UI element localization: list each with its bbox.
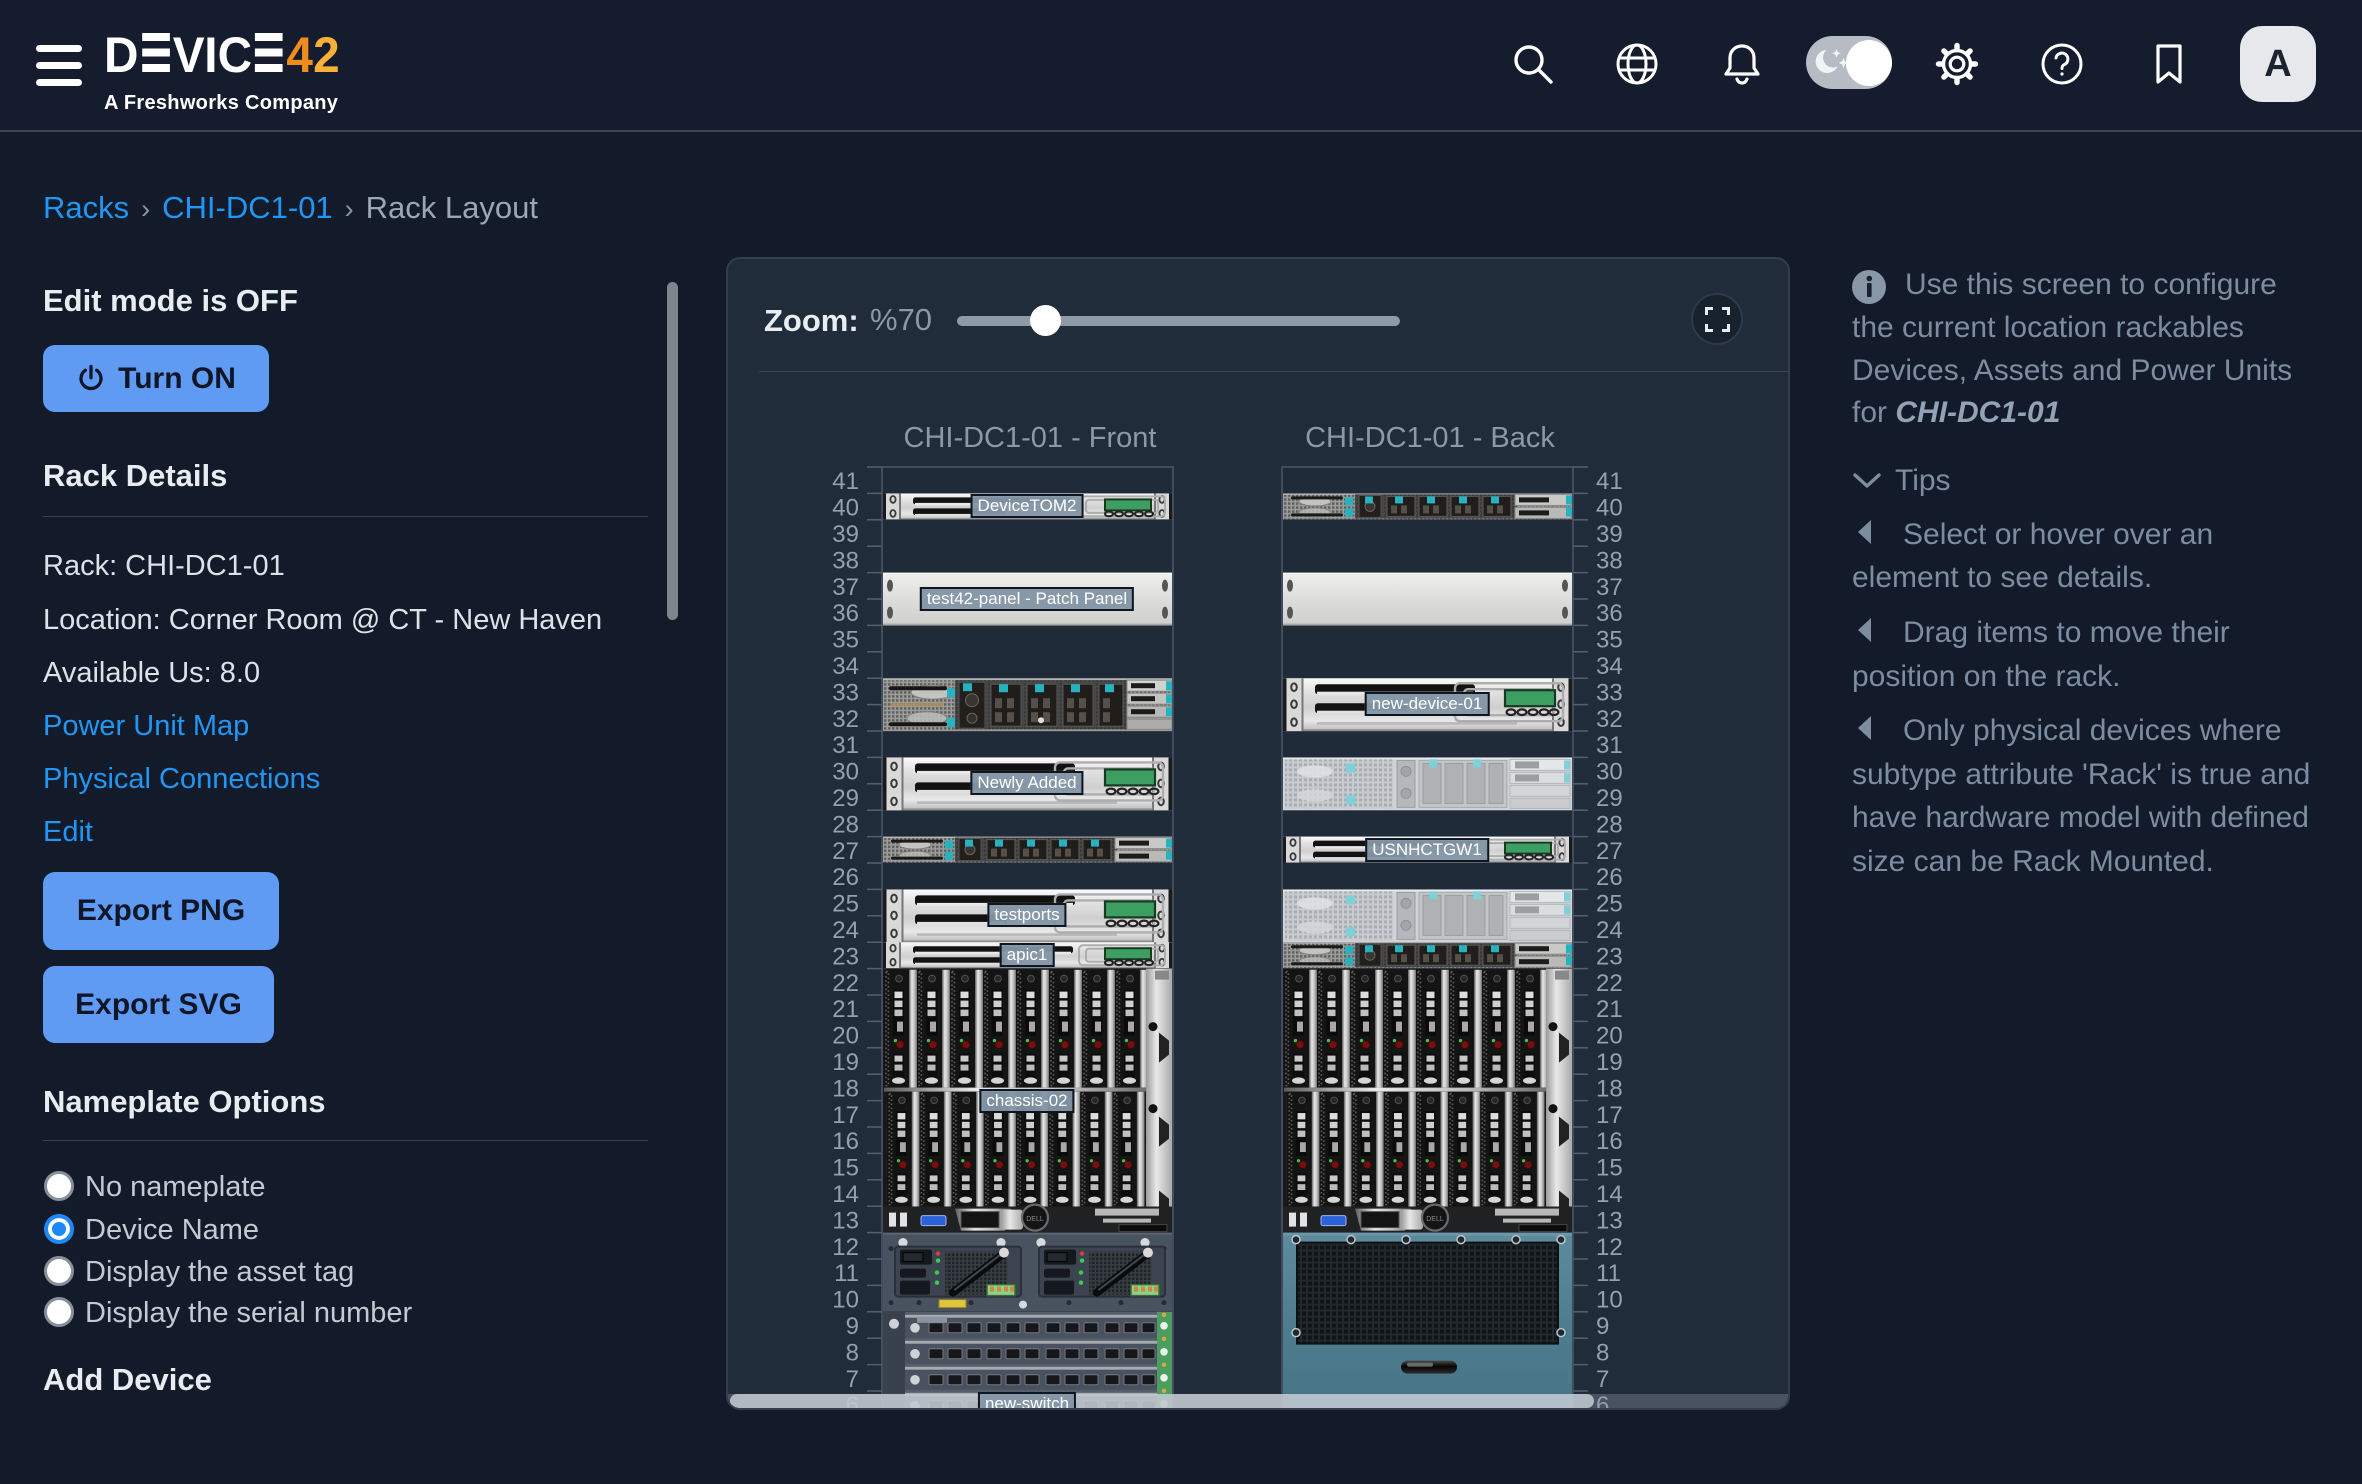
svg-text:37: 37 xyxy=(832,574,859,601)
svg-text:8: 8 xyxy=(846,1339,859,1366)
svg-text:7: 7 xyxy=(1596,1366,1609,1393)
svg-text:36: 36 xyxy=(832,600,859,627)
svg-text:38: 38 xyxy=(832,547,859,574)
svg-text:27: 27 xyxy=(1596,838,1623,865)
svg-text:30: 30 xyxy=(1596,759,1623,786)
svg-text:25: 25 xyxy=(832,891,859,918)
svg-text:12: 12 xyxy=(832,1234,859,1261)
svg-text:26: 26 xyxy=(1596,864,1623,891)
svg-text:23: 23 xyxy=(1596,943,1623,970)
svg-text:30: 30 xyxy=(832,759,859,786)
svg-text:16: 16 xyxy=(832,1128,859,1155)
svg-text:D: D xyxy=(104,28,138,83)
svg-text:19: 19 xyxy=(1596,1049,1623,1076)
svg-text:29: 29 xyxy=(832,785,859,812)
svg-text:18: 18 xyxy=(832,1075,859,1102)
svg-text:37: 37 xyxy=(1596,574,1623,601)
svg-text:14: 14 xyxy=(832,1181,859,1208)
svg-text:34: 34 xyxy=(832,653,859,680)
svg-text:13: 13 xyxy=(1596,1207,1623,1234)
svg-text:36: 36 xyxy=(1596,600,1623,627)
svg-text:11: 11 xyxy=(834,1260,859,1287)
svg-text:34: 34 xyxy=(1596,653,1623,680)
svg-text:33: 33 xyxy=(832,679,859,706)
svg-text:4: 4 xyxy=(286,28,313,83)
svg-text:C: C xyxy=(218,28,252,83)
svg-text:32: 32 xyxy=(832,706,859,733)
svg-text:16: 16 xyxy=(1596,1128,1623,1155)
svg-text:13: 13 xyxy=(832,1207,859,1234)
svg-text:20: 20 xyxy=(832,1023,859,1050)
svg-text:2: 2 xyxy=(313,28,340,83)
svg-text:26: 26 xyxy=(832,864,859,891)
svg-text:32: 32 xyxy=(1596,706,1623,733)
svg-text:28: 28 xyxy=(832,811,859,838)
svg-text:17: 17 xyxy=(1596,1102,1623,1129)
svg-text:35: 35 xyxy=(832,627,859,654)
svg-text:14: 14 xyxy=(1596,1181,1623,1208)
svg-text:8: 8 xyxy=(1596,1339,1609,1366)
svg-text:39: 39 xyxy=(832,521,859,548)
svg-text:35: 35 xyxy=(1596,627,1623,654)
svg-text:21: 21 xyxy=(832,996,859,1023)
svg-text:15: 15 xyxy=(1596,1155,1623,1182)
svg-text:24: 24 xyxy=(1596,917,1623,944)
svg-text:17: 17 xyxy=(832,1102,859,1129)
svg-text:33: 33 xyxy=(1596,679,1623,706)
svg-text:18: 18 xyxy=(1596,1075,1623,1102)
svg-text:19: 19 xyxy=(832,1049,859,1076)
svg-text:11: 11 xyxy=(1596,1260,1621,1287)
svg-text:27: 27 xyxy=(832,838,859,865)
svg-text:V: V xyxy=(173,28,205,83)
svg-text:12: 12 xyxy=(1596,1234,1623,1261)
svg-text:9: 9 xyxy=(846,1313,859,1340)
svg-text:25: 25 xyxy=(1596,891,1623,918)
svg-text:29: 29 xyxy=(1596,785,1623,812)
svg-text:31: 31 xyxy=(1596,732,1623,759)
svg-text:38: 38 xyxy=(1596,547,1623,574)
svg-text:24: 24 xyxy=(832,917,859,944)
svg-text:22: 22 xyxy=(1596,970,1623,997)
svg-text:20: 20 xyxy=(1596,1023,1623,1050)
svg-text:28: 28 xyxy=(1596,811,1623,838)
svg-text:23: 23 xyxy=(832,943,859,970)
svg-text:10: 10 xyxy=(1596,1287,1623,1314)
svg-text:40: 40 xyxy=(1596,495,1623,522)
svg-text:15: 15 xyxy=(832,1155,859,1182)
svg-text:21: 21 xyxy=(1596,996,1623,1023)
svg-text:9: 9 xyxy=(1596,1313,1609,1340)
svg-text:7: 7 xyxy=(846,1366,859,1393)
svg-text:41: 41 xyxy=(1596,468,1623,495)
svg-text:I: I xyxy=(204,28,217,83)
svg-text:41: 41 xyxy=(832,468,859,495)
svg-text:40: 40 xyxy=(832,495,859,522)
svg-text:22: 22 xyxy=(832,970,859,997)
svg-text:10: 10 xyxy=(832,1287,859,1314)
svg-text:31: 31 xyxy=(832,732,859,759)
svg-text:39: 39 xyxy=(1596,521,1623,548)
